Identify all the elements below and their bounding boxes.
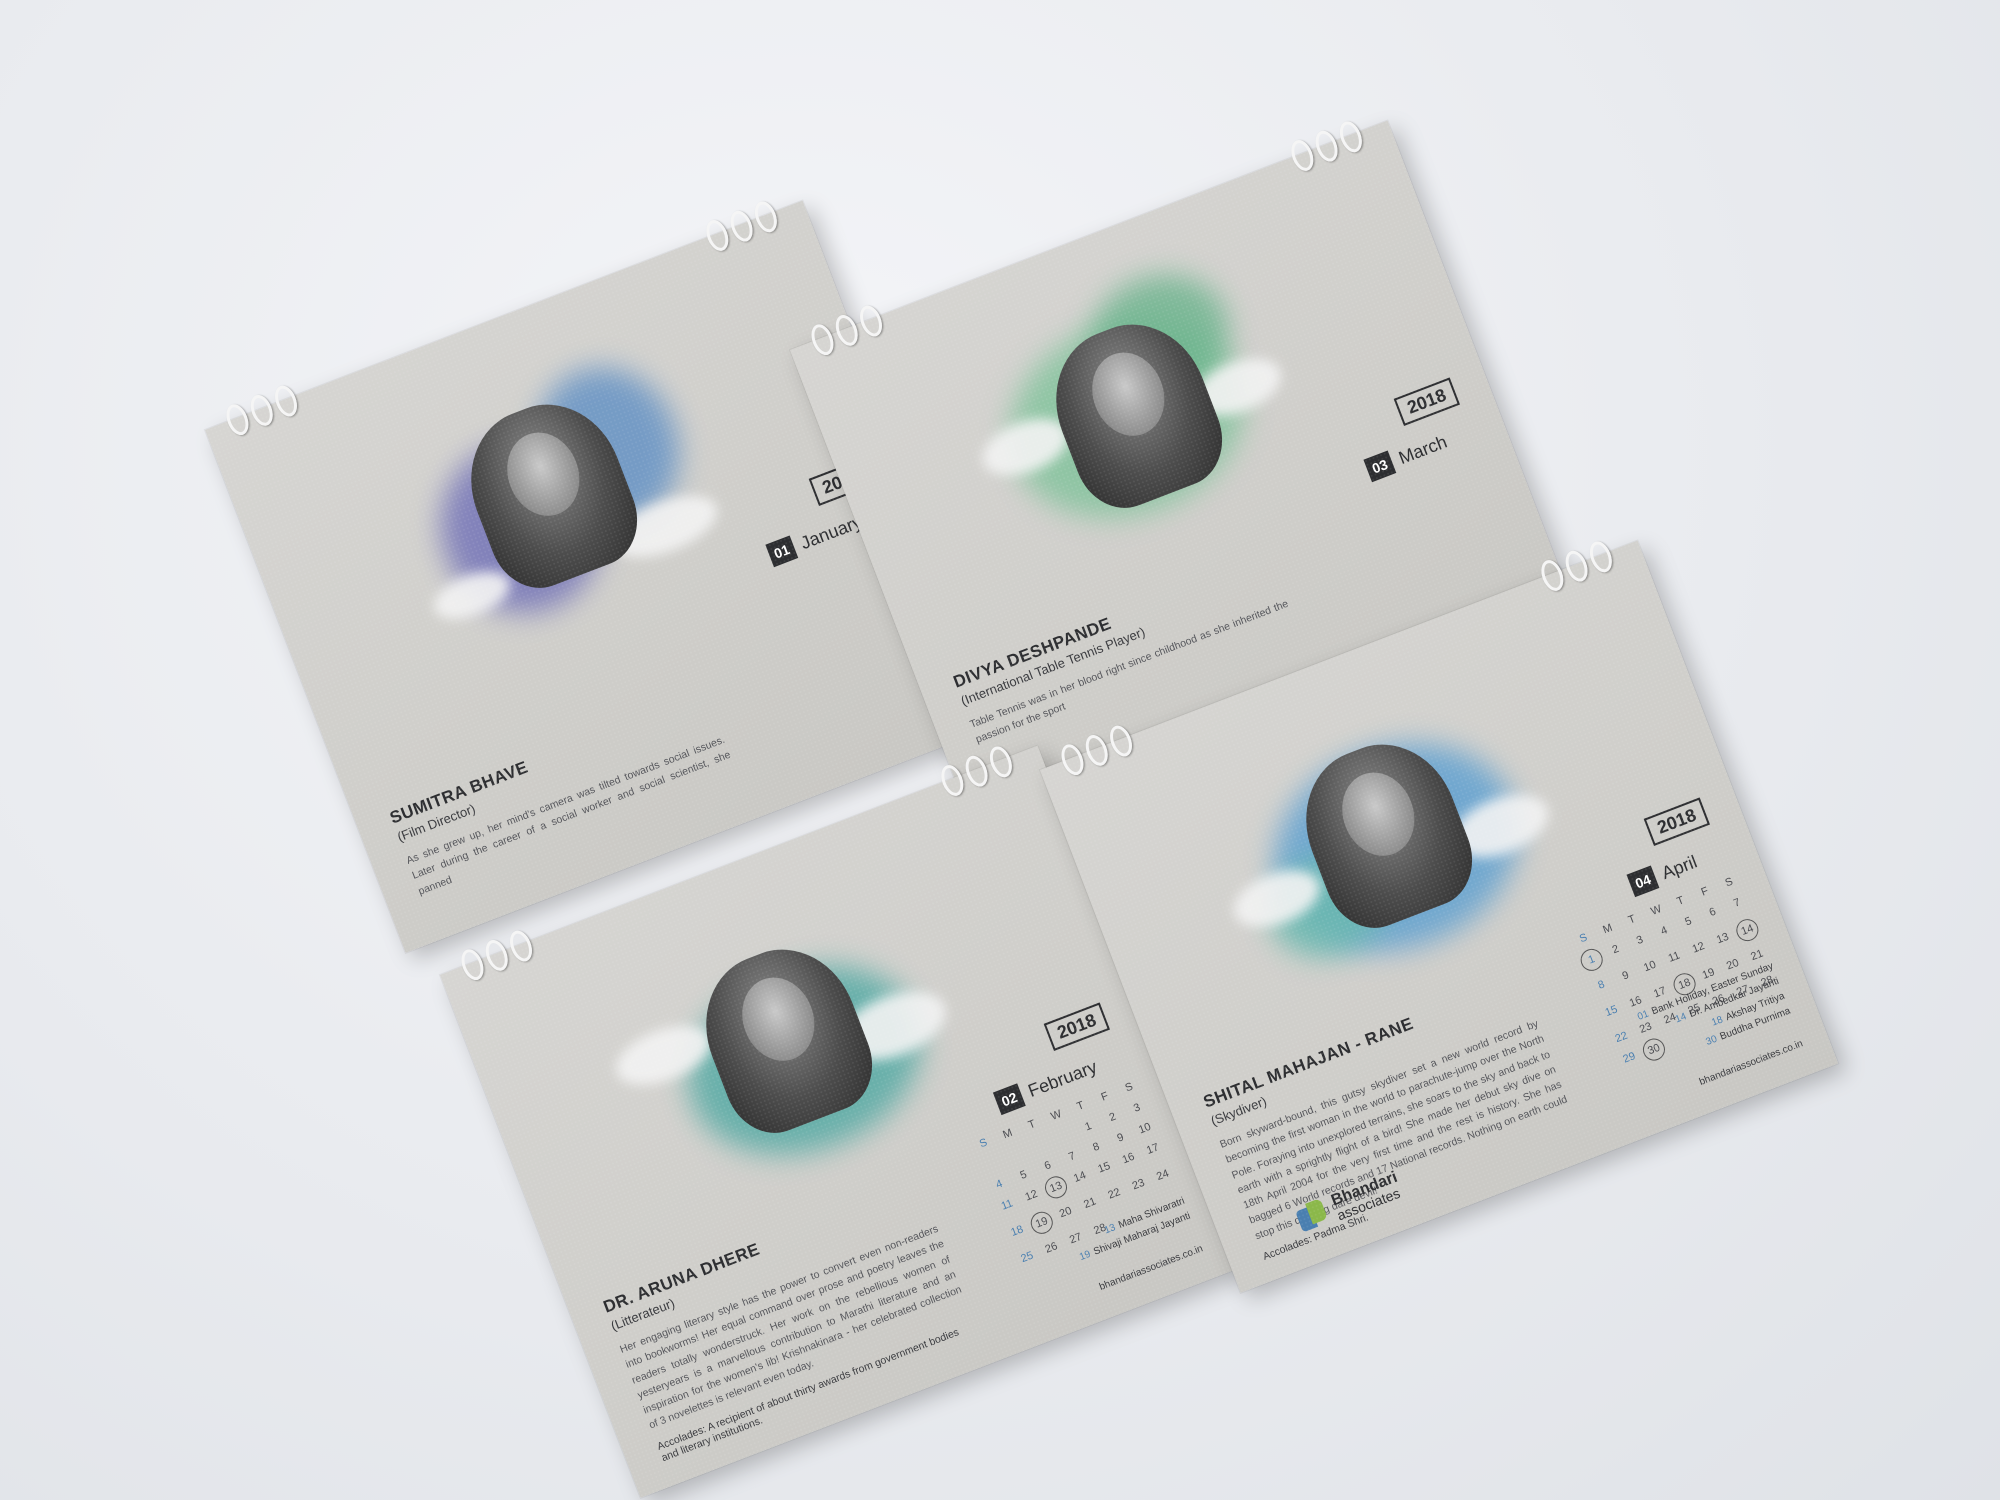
month-heading: 03 March	[1363, 430, 1450, 483]
month-number: 04	[1626, 865, 1660, 898]
weekday-header: T	[1675, 894, 1686, 908]
portrait-illustration	[348, 325, 740, 682]
weekday-header: T	[1075, 1099, 1086, 1113]
calendar-day: 5	[1018, 1168, 1029, 1182]
year-label: 2018	[1643, 797, 1711, 847]
month-number: 03	[1363, 450, 1397, 483]
calendar-day	[977, 1154, 1006, 1175]
month-name: February	[1025, 1056, 1100, 1101]
month-name: April	[1658, 851, 1700, 883]
calendar-day: 9	[1115, 1131, 1126, 1145]
person-info: SUMITRA BHAVE (Film Director) As she gre…	[387, 688, 739, 899]
weekday-header: S	[1123, 1080, 1135, 1095]
calendar-day	[1050, 1126, 1079, 1147]
weekday-header: S	[977, 1136, 990, 1151]
calendar-day: 1	[1083, 1119, 1094, 1134]
person-info: DR. ARUNA DHERE (Litterateur) Her engagi…	[601, 1177, 982, 1464]
calendar-day: 25	[1019, 1249, 1036, 1266]
calendar-day: 22	[1613, 1029, 1630, 1046]
portrait-illustration	[583, 870, 975, 1227]
calendar-day: 26	[1043, 1240, 1060, 1256]
person-info: SHITAL MAHAJAN - RANE (Skydiver) Born sk…	[1201, 972, 1583, 1263]
spiral-binding	[457, 927, 537, 984]
weekday-header: M	[1001, 1126, 1015, 1142]
spiral-binding	[1287, 118, 1366, 175]
month-heading: 01 January	[765, 510, 865, 568]
portrait-illustration	[1183, 665, 1575, 1022]
year-label: 2018	[1393, 377, 1461, 427]
calendar-day: 6	[1042, 1159, 1053, 1173]
weekday-header: T	[1626, 912, 1638, 927]
calendar-day: 14	[1733, 915, 1764, 945]
weekday-header: M	[1601, 921, 1615, 937]
weekday-header: T	[1026, 1117, 1038, 1132]
month-number: 02	[992, 1083, 1026, 1116]
spiral-binding	[702, 198, 781, 255]
calendar-day: 2	[1107, 1110, 1118, 1125]
calendar-day: 7	[1067, 1149, 1078, 1164]
weekday-header: F	[1699, 885, 1711, 899]
calendar-day: 3	[1131, 1101, 1142, 1115]
weekday-header: W	[1649, 903, 1664, 918]
calendar-day: 17	[1144, 1141, 1161, 1157]
weekday-header: W	[1049, 1108, 1064, 1123]
weekday-header: S	[1577, 931, 1590, 946]
year-label: 2018	[1043, 1002, 1111, 1052]
month-number: 01	[765, 535, 799, 568]
calendar-day	[1026, 1135, 1055, 1156]
calendar-day: 4	[994, 1177, 1005, 1192]
spiral-binding	[222, 382, 302, 439]
calendar-day: 24	[1154, 1167, 1171, 1184]
calendar-day: 8	[1091, 1140, 1102, 1154]
month-name: March	[1395, 431, 1450, 468]
calendar-day	[1001, 1144, 1030, 1165]
weekday-header: S	[1723, 875, 1735, 890]
portrait-illustration	[933, 245, 1325, 602]
calendar-day: 7	[1731, 896, 1742, 910]
calendar-day: 10	[1136, 1120, 1153, 1137]
weekday-header: F	[1099, 1090, 1111, 1104]
